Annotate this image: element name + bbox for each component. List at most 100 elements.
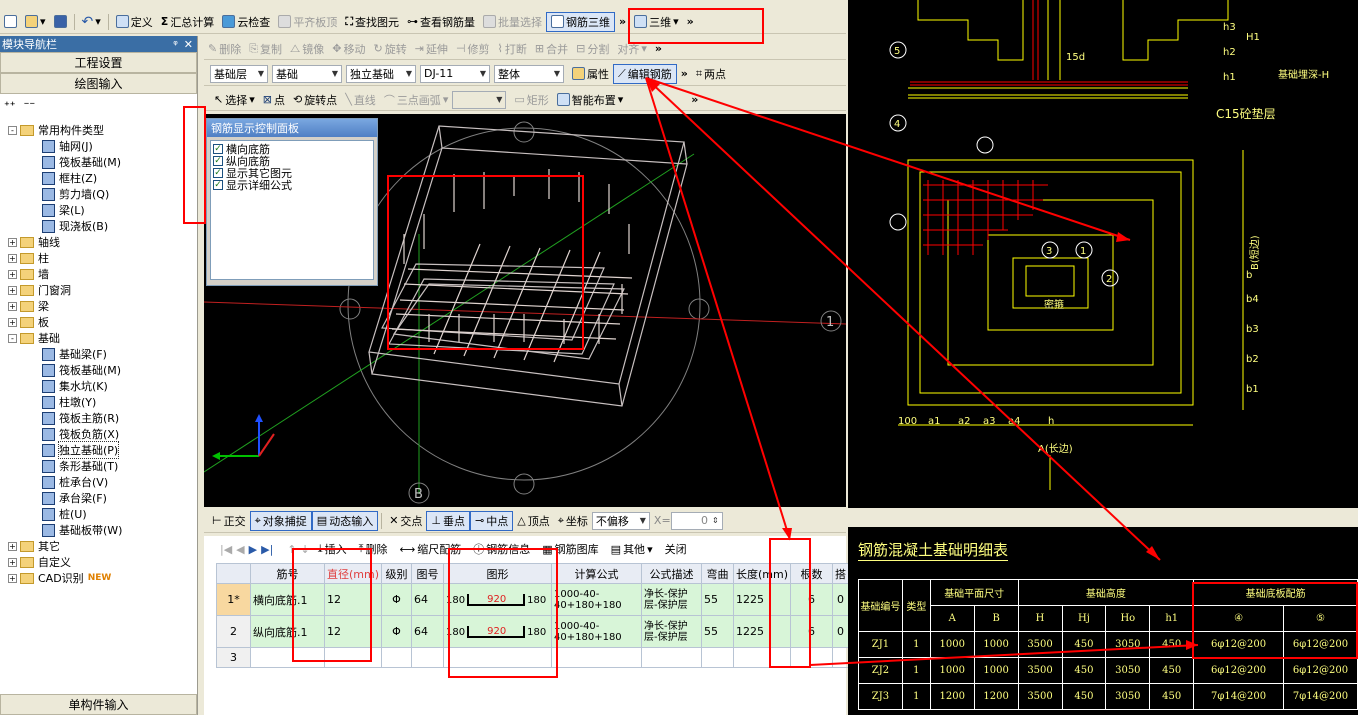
perpendicular-toggle[interactable]: ⊥ 垂点 bbox=[426, 510, 471, 531]
lap-cell[interactable]: 0 bbox=[832, 615, 850, 648]
expand-icon[interactable]: + bbox=[8, 285, 17, 295]
tree-folder[interactable]: + 板 bbox=[0, 314, 197, 330]
rebar-info-button[interactable]: ⓘ 钢筋信息 bbox=[469, 539, 534, 559]
column-header[interactable]: 长度(mm) bbox=[733, 563, 792, 584]
lap-cell[interactable] bbox=[832, 647, 850, 668]
expand-icon[interactable]: + bbox=[8, 301, 17, 311]
overflow-chevron[interactable]: » bbox=[615, 12, 630, 32]
intersection-toggle[interactable]: ✕ 交点 bbox=[385, 511, 426, 531]
rebar-3d-button[interactable]: 钢筋三维 bbox=[546, 11, 616, 32]
single-component-input-button[interactable]: 单构件输入 bbox=[0, 694, 197, 715]
properties-button[interactable]: 属性 bbox=[568, 64, 613, 84]
open-button[interactable]: ▾ bbox=[21, 12, 50, 32]
shape-cell[interactable] bbox=[443, 647, 553, 668]
desc-cell[interactable] bbox=[641, 647, 703, 668]
grade-cell[interactable]: Φ bbox=[381, 583, 413, 616]
dia-cell[interactable]: 12 bbox=[323, 583, 383, 616]
no-cell[interactable]: 1* bbox=[216, 583, 251, 616]
expand-icon[interactable]: + bbox=[8, 573, 17, 583]
expand-icon[interactable]: + bbox=[8, 269, 17, 279]
column-header[interactable]: 计算公式 bbox=[551, 563, 643, 584]
coordinate-toggle[interactable]: ⌖ 坐标 bbox=[554, 511, 592, 531]
mirror-button[interactable]: ⧍ 镜像 bbox=[286, 39, 328, 59]
dia-cell[interactable] bbox=[323, 647, 383, 668]
table-row[interactable]: 1* 横向底筋.1 12 Φ 64 180 920 180 1000-40-40+180+180… bbox=[216, 583, 850, 616]
tree-item[interactable]: 筏板基础(M) bbox=[0, 154, 197, 170]
project-settings-button[interactable]: 工程设置 bbox=[0, 52, 197, 73]
tree-item[interactable]: 筏板主筋(R) bbox=[0, 410, 197, 426]
last-page-icon[interactable]: ▶| bbox=[261, 543, 273, 556]
tree-folder[interactable]: + CAD识别 NEW bbox=[0, 570, 197, 586]
drawing-input-button[interactable]: 绘图输入 bbox=[0, 73, 197, 94]
tree-item[interactable]: 集水坑(K) bbox=[0, 378, 197, 394]
name-cell[interactable] bbox=[250, 647, 325, 668]
table-row[interactable]: 3 bbox=[216, 647, 850, 668]
tree-folder[interactable]: - 常用构件类型 bbox=[0, 122, 197, 138]
break-button[interactable]: ⌇ 打断 bbox=[494, 39, 531, 59]
collapse-all-icon[interactable]: ⁻⁻ bbox=[24, 99, 36, 112]
formula-cell[interactable] bbox=[551, 647, 643, 668]
edit-rebar-button[interactable]: ⟋ 编辑钢筋 bbox=[613, 63, 677, 84]
line-button[interactable]: ╲ 直线 bbox=[341, 90, 380, 110]
midpoint-toggle[interactable]: ⊸ 中点 bbox=[470, 510, 514, 531]
two-point-button[interactable]: ⌗ 两点 bbox=[692, 64, 730, 84]
tree-item[interactable]: 现浇板(B) bbox=[0, 218, 197, 234]
move-up-icon[interactable]: ↑ bbox=[287, 543, 296, 556]
bend-cell[interactable]: 55 bbox=[701, 615, 735, 648]
lap-cell[interactable]: 0 bbox=[832, 583, 850, 616]
next-page-icon[interactable]: ▶ bbox=[249, 543, 257, 556]
collapse-icon[interactable]: - bbox=[8, 125, 17, 135]
collapse-icon[interactable]: - bbox=[8, 333, 17, 343]
new-file-button[interactable] bbox=[0, 12, 21, 32]
rotate-button[interactable]: ↻ 旋转 bbox=[370, 39, 411, 59]
desc-cell[interactable]: 净长-保护层-保护层 bbox=[641, 583, 703, 616]
overflow-chevron-3[interactable]: » bbox=[651, 39, 666, 59]
move-down-icon[interactable]: ↓ bbox=[301, 543, 310, 556]
delete-button[interactable]: ✎ 删除 bbox=[204, 39, 245, 59]
tree-item[interactable]: 梁(L) bbox=[0, 202, 197, 218]
no-cell[interactable]: 2 bbox=[216, 615, 251, 648]
column-header[interactable]: 图号 bbox=[411, 563, 445, 584]
select-button[interactable]: ↖ 选择 ▾ bbox=[210, 90, 259, 110]
expand-icon[interactable]: + bbox=[8, 237, 17, 247]
rotate-point-button[interactable]: ⟲ 旋转点 bbox=[289, 90, 341, 110]
len-cell[interactable]: 1225 bbox=[733, 615, 792, 648]
dia-cell[interactable]: 12 bbox=[323, 615, 383, 648]
tree-folder[interactable]: + 其它 bbox=[0, 538, 197, 554]
desc-cell[interactable]: 净长-保护层-保护层 bbox=[641, 615, 703, 648]
other-button[interactable]: ▤ 其他 ▾ bbox=[607, 539, 657, 559]
overflow-chevron-2[interactable]: » bbox=[683, 12, 698, 32]
split-button[interactable]: ⊟ 分割 bbox=[572, 39, 613, 59]
category-select[interactable]: 基础 ▼ bbox=[272, 64, 342, 83]
column-header[interactable]: 筋号 bbox=[250, 563, 325, 584]
scope-select[interactable]: 整体 ▼ bbox=[494, 64, 564, 83]
tree-item[interactable]: 轴网(J) bbox=[0, 138, 197, 154]
fig-cell[interactable]: 64 bbox=[411, 615, 445, 648]
tree-item[interactable]: 筏板负筋(X) bbox=[0, 426, 197, 442]
column-header[interactable]: 图形 bbox=[443, 563, 553, 584]
formula-cell[interactable]: 1000-40-40+180+180 bbox=[551, 615, 643, 648]
arc-mode-select[interactable]: ▼ bbox=[452, 90, 507, 109]
first-page-icon[interactable]: |◀ bbox=[220, 543, 232, 556]
name-cell[interactable]: 横向底筋.1 bbox=[250, 583, 325, 616]
column-header[interactable]: 级别 bbox=[381, 563, 413, 584]
batch-select-button[interactable]: 批量选择 bbox=[479, 12, 546, 32]
rebar-option-checkbox[interactable]: ✓ 显示详细公式 bbox=[213, 179, 371, 192]
prev-page-icon[interactable]: ◀ bbox=[236, 543, 244, 556]
tree-item[interactable]: 桩承台(V) bbox=[0, 474, 197, 490]
trim-button[interactable]: ⊣ 修剪 bbox=[452, 39, 494, 59]
dynamic-input-toggle[interactable]: ▤ 动态输入 bbox=[311, 510, 379, 531]
len-cell[interactable]: 1225 bbox=[733, 583, 792, 616]
tree-item[interactable]: 筏板基础(M) bbox=[0, 362, 197, 378]
column-header[interactable]: 根数 bbox=[790, 563, 834, 584]
arc-button[interactable]: ⌒ 三点画弧 ▾ bbox=[380, 90, 453, 110]
grade-cell[interactable]: Φ bbox=[381, 615, 413, 648]
x-input[interactable]: 0 ⇕ bbox=[670, 511, 723, 530]
column-header[interactable]: 公式描述 bbox=[641, 563, 703, 584]
align-button[interactable]: 对齐 ▾ bbox=[613, 39, 651, 59]
merge-button[interactable]: ⊞ 合并 bbox=[531, 39, 572, 59]
undo-button[interactable]: ↶ ▾ bbox=[78, 12, 105, 32]
object-snap-toggle[interactable]: ⌖ 对象捕捉 bbox=[249, 510, 312, 531]
count-cell[interactable] bbox=[790, 647, 834, 668]
type-select[interactable]: 独立基础 ▼ bbox=[346, 64, 416, 83]
